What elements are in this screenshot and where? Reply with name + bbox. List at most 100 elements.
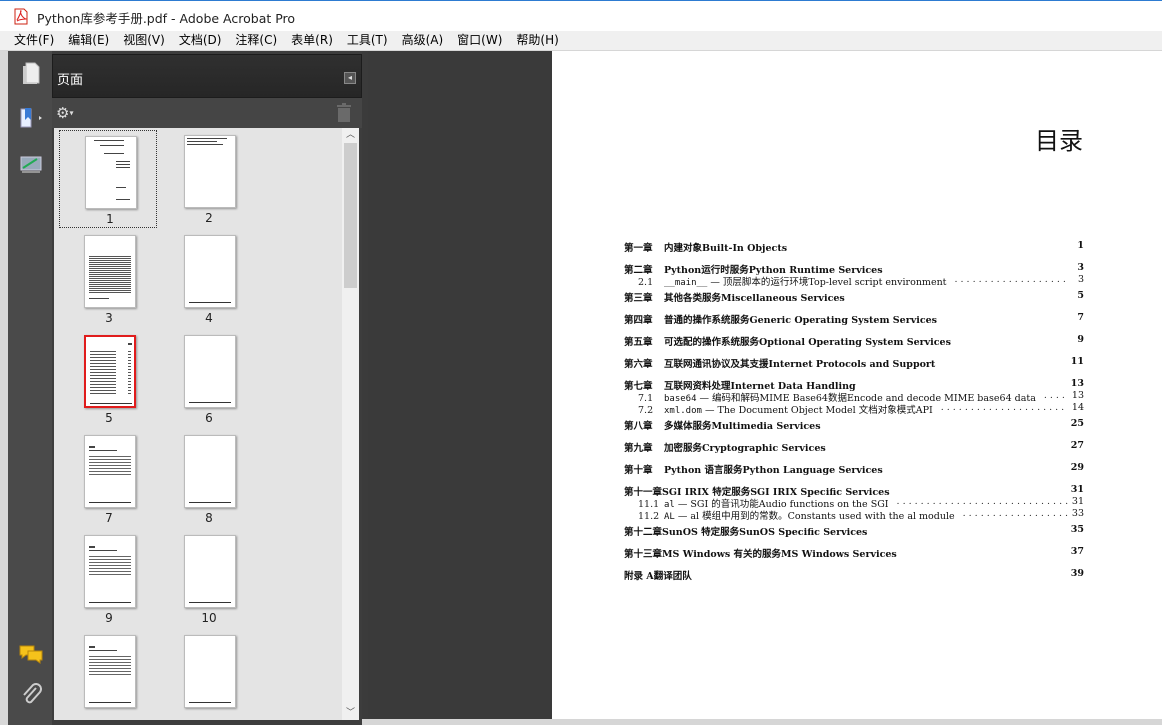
toc-chapter-entry[interactable]: 第三章 其他各类服务Miscellaneous Services 5: [624, 290, 1084, 304]
toc-chapter-entry[interactable]: 第五章 可选配的操作系统服务Optional Operating System S…: [624, 334, 1084, 348]
menu-item[interactable]: 表单(R): [284, 31, 340, 51]
panel-title: 页面: [57, 73, 84, 88]
thumbnail-text-line: [116, 167, 130, 168]
toc-page-number: 35: [1070, 524, 1084, 535]
thumbnail-text-line: [89, 290, 131, 291]
thumbnail-text-line: [90, 378, 116, 379]
page-thumbnail[interactable]: 9: [59, 530, 157, 628]
page-thumbnail[interactable]: [159, 630, 257, 720]
menu-item[interactable]: 注释(C): [228, 31, 284, 51]
toc-chapter-entry[interactable]: 第十三章MS Windows 有关的服务MS Windows Services 3…: [624, 546, 1084, 560]
toc-page-number: 3: [1077, 274, 1084, 285]
thumbnail-text-line: [89, 462, 131, 463]
page-thumbnail[interactable]: 4: [159, 230, 257, 328]
toc-page-number: 29: [1070, 462, 1084, 473]
thumbnail-text-line: [89, 674, 131, 675]
toc-chapter-entry[interactable]: 第八章 多媒体服务Multimedia Services 25: [624, 418, 1084, 432]
toc-chapter-number: 第一章: [624, 243, 653, 254]
toc-chapter-entry[interactable]: 第十章 Python 语言服务Python Language Services 29: [624, 462, 1084, 476]
menu-item[interactable]: 帮助(H): [509, 31, 565, 51]
toc-module-name: xml.dom: [664, 406, 702, 416]
toc-section-number: 2.1: [638, 277, 654, 288]
toc-page-number: 31: [1070, 484, 1084, 495]
thumbnail-text-line: [90, 360, 116, 361]
toc-chapter-entry[interactable]: 第六章 互联网通讯协议及其支援Internet Protocols and Sup…: [624, 356, 1084, 370]
attachments-icon[interactable]: [14, 679, 48, 709]
thumbnail-text-line: [89, 550, 117, 551]
toc-chapter-number: 第十二章: [624, 527, 663, 538]
pages-icon[interactable]: [14, 58, 48, 88]
menu-item[interactable]: 高级(A): [395, 31, 451, 51]
toc-page-number: 13: [1070, 378, 1084, 389]
page-thumbnail[interactable]: 3: [59, 230, 157, 328]
page-thumbnail[interactable]: [59, 630, 157, 720]
toc-chapter-entry[interactable]: 附录 A翻译团队 39: [624, 568, 1084, 582]
thumbnail-text-line: [89, 262, 131, 263]
thumbnail-image: [84, 535, 136, 608]
toc-page-number: 7: [1077, 312, 1084, 323]
thumbnail-text-line: [89, 465, 131, 466]
thumbnail-text-line: [90, 369, 116, 370]
menu-item[interactable]: 文档(D): [172, 31, 229, 51]
page-thumbnail[interactable]: 5: [59, 330, 157, 428]
bookmarks-icon[interactable]: [14, 103, 48, 133]
toc-section-entry[interactable]: 11.2 AL — al 模组中用到的常数。Constants used with…: [638, 508, 1084, 522]
thumbnail-text-line: [90, 403, 132, 404]
page-thumbnail[interactable]: 1: [59, 130, 157, 228]
thumbnail-text-line: [89, 471, 131, 472]
toc-page-number: 13: [1071, 390, 1084, 401]
thumbnail-text-line: [90, 384, 116, 385]
toc-chapter-entry[interactable]: 第九章 加密服务Cryptographic Services 27: [624, 440, 1084, 454]
collapse-panel-button[interactable]: ◂: [344, 72, 356, 84]
thumbnail-text-line: [89, 258, 131, 259]
page-number-label: 4: [205, 311, 213, 325]
toc-section-entry[interactable]: 7.2 xml.dom — The Document Object Model 文…: [638, 402, 1084, 416]
thumbnail-text-line: [89, 298, 109, 299]
thumbnail-text-line: [128, 378, 131, 379]
toc-page-number: 31: [1071, 496, 1084, 507]
toc-chapter-number: 第四章: [624, 315, 653, 326]
menu-item[interactable]: 编辑(E): [61, 31, 116, 51]
menu-item[interactable]: 窗口(W): [450, 31, 509, 51]
page-number-label: 1: [106, 212, 114, 226]
toc-section-entry[interactable]: 2.1 __main__ — 顶层脚本的运行环境Top-level script …: [638, 274, 1084, 288]
thumbnail-text-line: [89, 446, 95, 448]
menu-item[interactable]: 工具(T): [340, 31, 395, 51]
options-gear-icon[interactable]: ⚙▾: [56, 105, 82, 121]
toc-page-number: 5: [1077, 290, 1084, 301]
thumbnail-text-line: [90, 372, 116, 373]
thumbnail-image: [184, 335, 236, 408]
page-thumbnail[interactable]: 10: [159, 530, 257, 628]
thumbnail-text-line: [189, 602, 231, 603]
thumbnail-image: [84, 635, 136, 708]
page-thumbnail[interactable]: 2: [159, 130, 257, 228]
scroll-up-arrow-icon[interactable]: ︿: [342, 128, 359, 142]
toc-chapter-entry[interactable]: 第十二章SunOS 特定服务SunOS Specific Services 35: [624, 524, 1084, 538]
toc-chapter-entry[interactable]: 第四章 普通的操作系统服务Generic Operating System Ser…: [624, 312, 1084, 326]
thumbnail-text-line: [89, 284, 131, 285]
scrollbar-thumb[interactable]: [344, 143, 357, 288]
window-title: Python库参考手册.pdf - Adobe Acrobat Pro: [37, 11, 296, 26]
thumbnail-text-line: [89, 665, 131, 666]
thumbnail-text-line: [89, 274, 131, 275]
page-thumbnail[interactable]: 7: [59, 430, 157, 528]
toc-section-number: 11.2: [638, 511, 660, 522]
page-thumbnail[interactable]: 6: [159, 330, 257, 428]
toc-chapter-title: MS Windows 有关的服务MS Windows Services: [662, 549, 897, 560]
thumbnail-text-line: [187, 141, 217, 142]
signatures-icon[interactable]: [14, 149, 48, 179]
scroll-down-arrow-icon[interactable]: ﹀: [342, 706, 359, 720]
menu-item[interactable]: 文件(F): [0, 31, 61, 51]
thumbnail-text-line: [90, 351, 116, 352]
comments-icon[interactable]: [14, 639, 48, 669]
page-thumbnail[interactable]: 8: [159, 430, 257, 528]
menu-item[interactable]: 视图(V): [116, 31, 172, 51]
thumbnail-text-line: [90, 381, 116, 382]
page-thumbnails[interactable]: 1 2 3 4 5 6 7 8 9 10: [54, 128, 342, 720]
toc-page-number: 3: [1077, 262, 1084, 273]
toc-chapter-entry[interactable]: 第一章 内建对象Built-In Objects 1: [624, 240, 1084, 254]
thumbnail-text-line: [128, 375, 131, 376]
trash-icon[interactable]: [336, 103, 352, 123]
thumbnails-scrollbar[interactable]: ︿ ﹀: [342, 128, 359, 720]
left-edge-strip: [0, 51, 8, 725]
